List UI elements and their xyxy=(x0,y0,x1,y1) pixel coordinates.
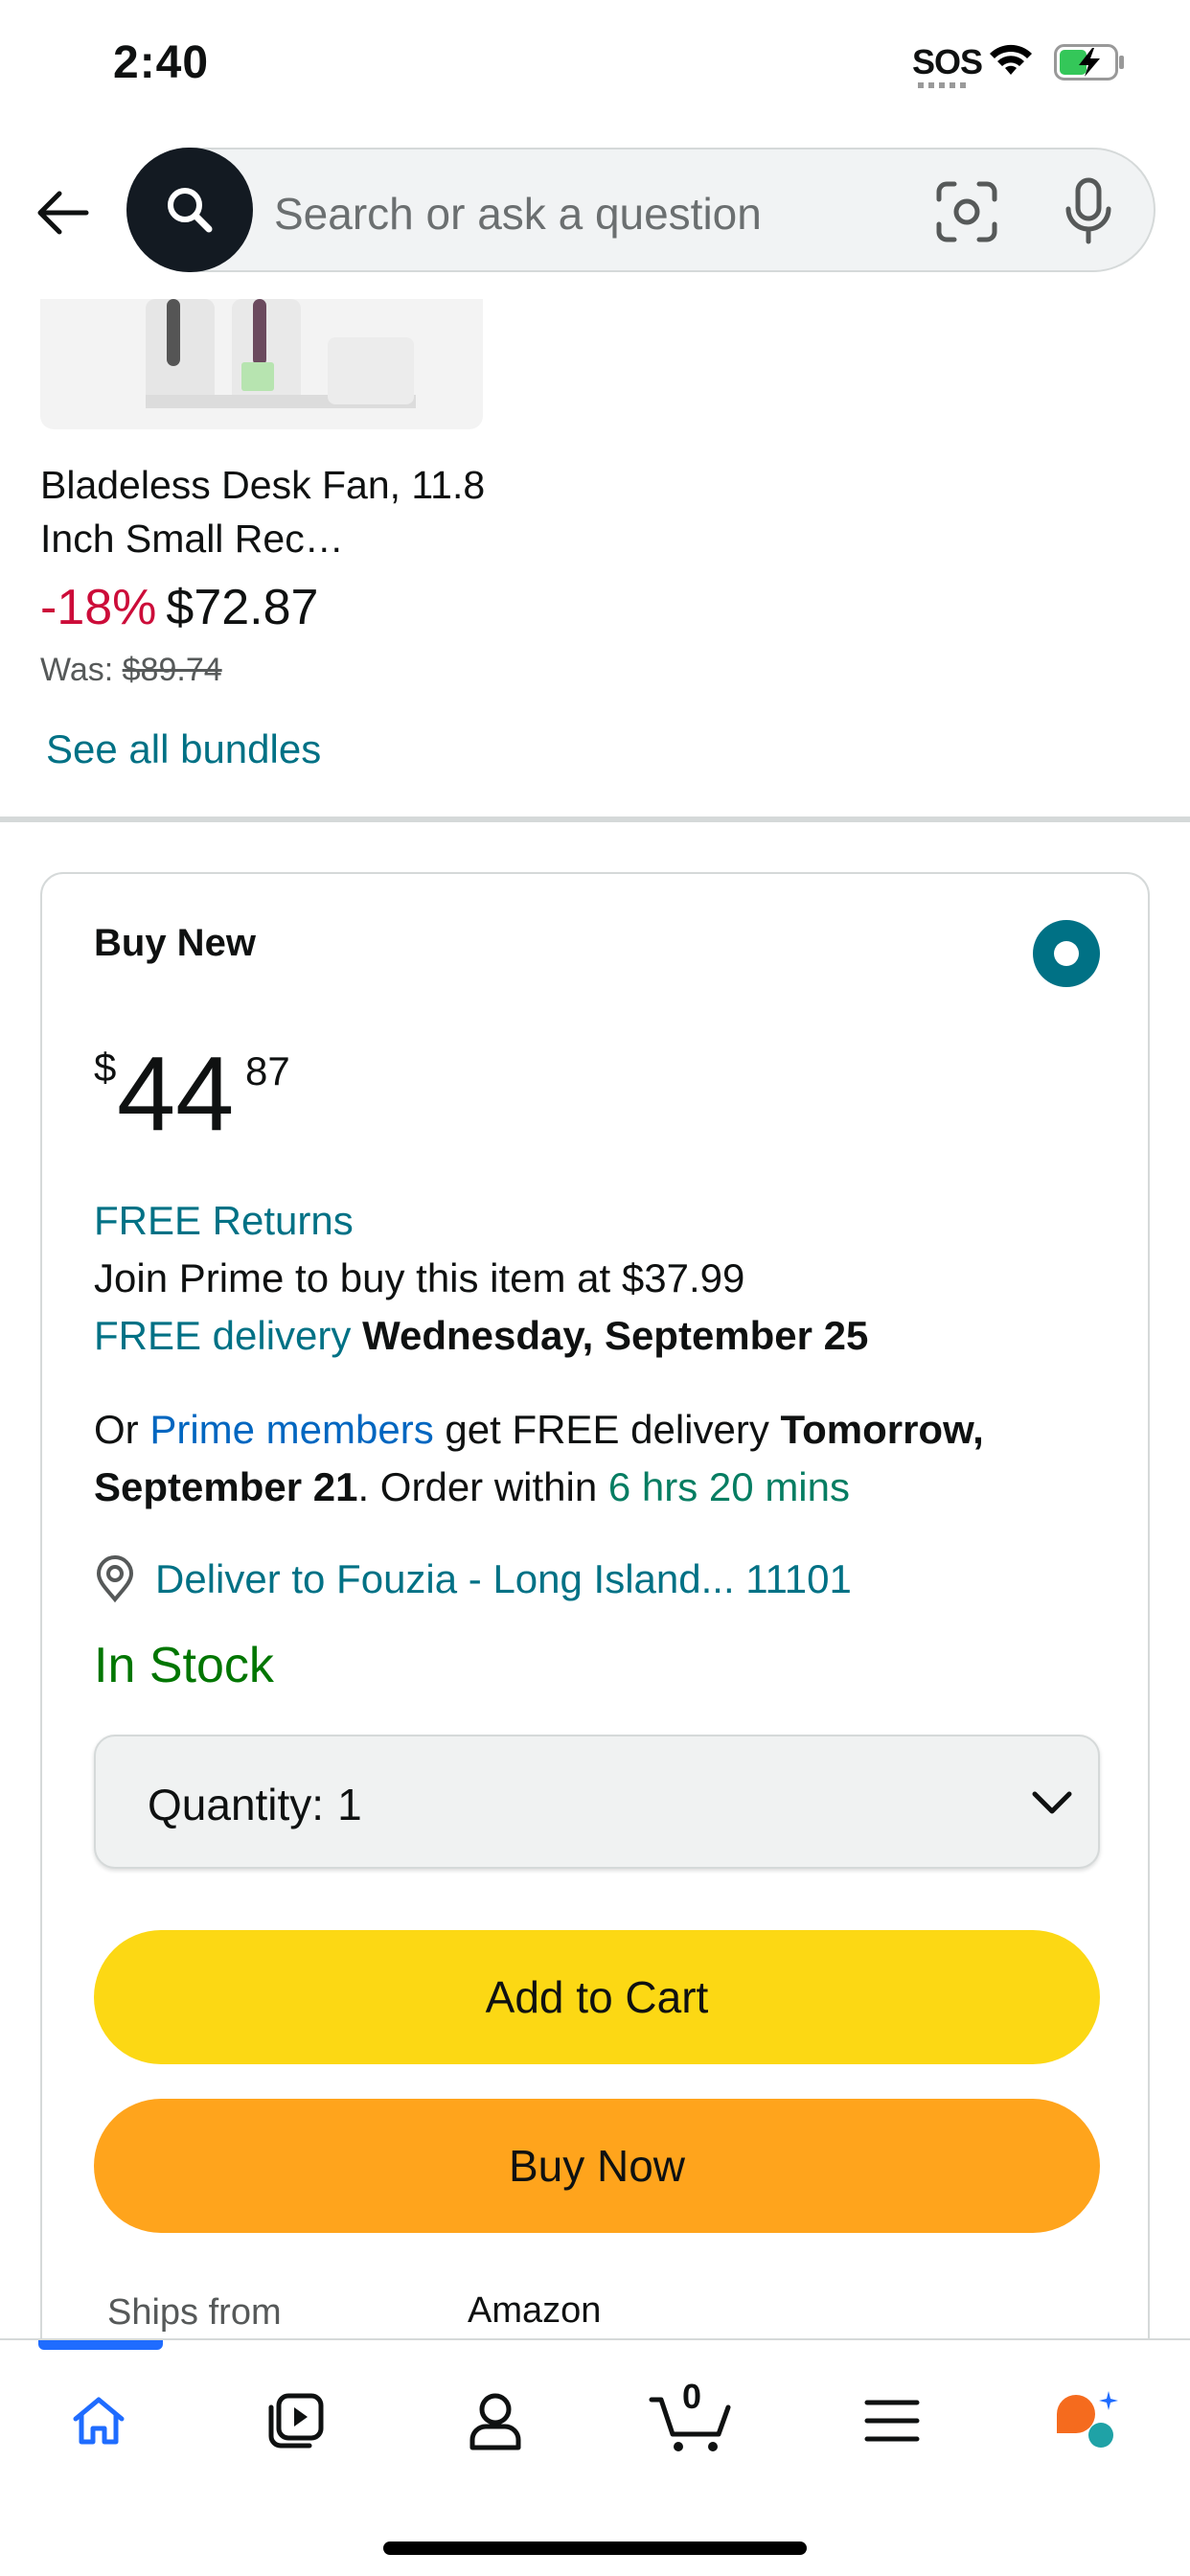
see-all-bundles-link[interactable]: See all bundles xyxy=(46,726,321,772)
location-pin-icon xyxy=(96,1555,134,1603)
price-fraction: 87 xyxy=(245,1048,290,1093)
menu-icon xyxy=(864,2400,920,2442)
deliver-to-link[interactable]: Deliver to Fouzia - Long Island... 11101 xyxy=(155,1556,852,1602)
ships-from-value: Amazon xyxy=(468,2290,602,2331)
order-within-text: . Order within xyxy=(357,1464,598,1509)
order-within-time: 6 hrs 20 mins xyxy=(607,1464,850,1509)
wifi-icon xyxy=(990,44,1032,75)
free-delivery-link[interactable]: FREE delivery xyxy=(94,1313,351,1358)
home-icon xyxy=(73,2397,125,2445)
discount-badge: -18% xyxy=(40,580,157,635)
nav-video[interactable] xyxy=(253,2382,339,2459)
join-prime-text[interactable]: Join Prime to buy this item at $37.99 xyxy=(94,1255,744,1301)
account-icon xyxy=(469,2393,521,2450)
nav-active-indicator xyxy=(38,2340,163,2350)
ships-from-label: Ships from xyxy=(107,2292,282,2333)
status-time: 2:40 xyxy=(113,37,210,88)
bladeless-fan-image xyxy=(146,299,416,408)
product-title[interactable]: Bladeless Desk Fan, 11.8 Inch Small Rec… xyxy=(40,458,491,565)
quantity-value: 1 xyxy=(337,1780,362,1829)
chevron-down-icon xyxy=(1032,1791,1072,1814)
nav-menu[interactable] xyxy=(849,2382,935,2459)
buy-now-button[interactable]: Buy Now xyxy=(94,2099,1100,2233)
video-icon xyxy=(268,2393,324,2449)
rufus-icon xyxy=(1057,2391,1118,2448)
price-row: -18% $72.87 xyxy=(40,579,318,636)
free-delivery-date: Wednesday, September 25 xyxy=(362,1313,869,1358)
quantity-label: Quantity: 1 xyxy=(148,1779,362,1830)
battery-icon xyxy=(1054,44,1124,80)
nav-rufus[interactable] xyxy=(1044,2382,1131,2459)
home-indicator xyxy=(383,2542,807,2555)
or-text: Or xyxy=(94,1407,139,1452)
search-bar[interactable]: Search or ask a question xyxy=(126,148,1156,272)
buy-new-label: Buy New xyxy=(94,922,256,964)
search-button[interactable] xyxy=(126,148,253,272)
stock-status: In Stock xyxy=(94,1638,274,1693)
add-to-cart-button[interactable]: Add to Cart xyxy=(94,1930,1100,2064)
product-image[interactable] xyxy=(40,299,483,429)
back-arrow-icon[interactable] xyxy=(33,182,94,243)
prime-text: get FREE delivery xyxy=(445,1407,769,1452)
nav-account[interactable] xyxy=(452,2382,538,2459)
search-input[interactable]: Search or ask a question xyxy=(274,188,762,240)
sos-dots xyxy=(918,82,966,88)
quantity-label-text: Quantity: xyxy=(148,1780,325,1829)
buy-new-radio[interactable] xyxy=(1033,920,1100,987)
prime-delivery-text: Or Prime members get FREE delivery Tomor… xyxy=(94,1401,1110,1516)
was-price-row: Was: $89.74 xyxy=(40,652,222,689)
free-returns-link[interactable]: FREE Returns xyxy=(94,1198,354,1244)
prime-members-link[interactable]: Prime members xyxy=(149,1407,433,1452)
buy-box: Buy New $ 44 87 FREE Returns Join Prime … xyxy=(40,872,1150,2576)
camera-lens-icon[interactable] xyxy=(933,178,1000,245)
status-bar: 2:40 SOS xyxy=(0,0,1190,134)
nav-home[interactable] xyxy=(56,2382,142,2459)
nav-cart[interactable]: 0 xyxy=(648,2377,734,2459)
search-icon xyxy=(168,188,213,233)
deliver-to-row[interactable]: Deliver to Fouzia - Long Island... 11101 xyxy=(94,1551,852,1608)
free-delivery-row: FREE delivery Wednesday, September 25 xyxy=(94,1313,868,1359)
product-price: $72.87 xyxy=(166,580,319,635)
microphone-icon[interactable] xyxy=(1060,176,1117,247)
section-divider xyxy=(0,816,1190,822)
was-label: Was: xyxy=(40,652,114,688)
cart-count: 0 xyxy=(682,2377,702,2416)
was-price: $89.74 xyxy=(122,652,222,688)
search-header: Search or ask a question xyxy=(0,144,1190,278)
price-whole: 44 xyxy=(117,1035,235,1153)
price-symbol: $ xyxy=(94,1045,117,1090)
sos-indicator: SOS xyxy=(912,42,983,81)
bottom-nav: 0 xyxy=(0,2338,1190,2576)
quantity-dropdown[interactable]: Quantity: 1 xyxy=(94,1735,1100,1869)
